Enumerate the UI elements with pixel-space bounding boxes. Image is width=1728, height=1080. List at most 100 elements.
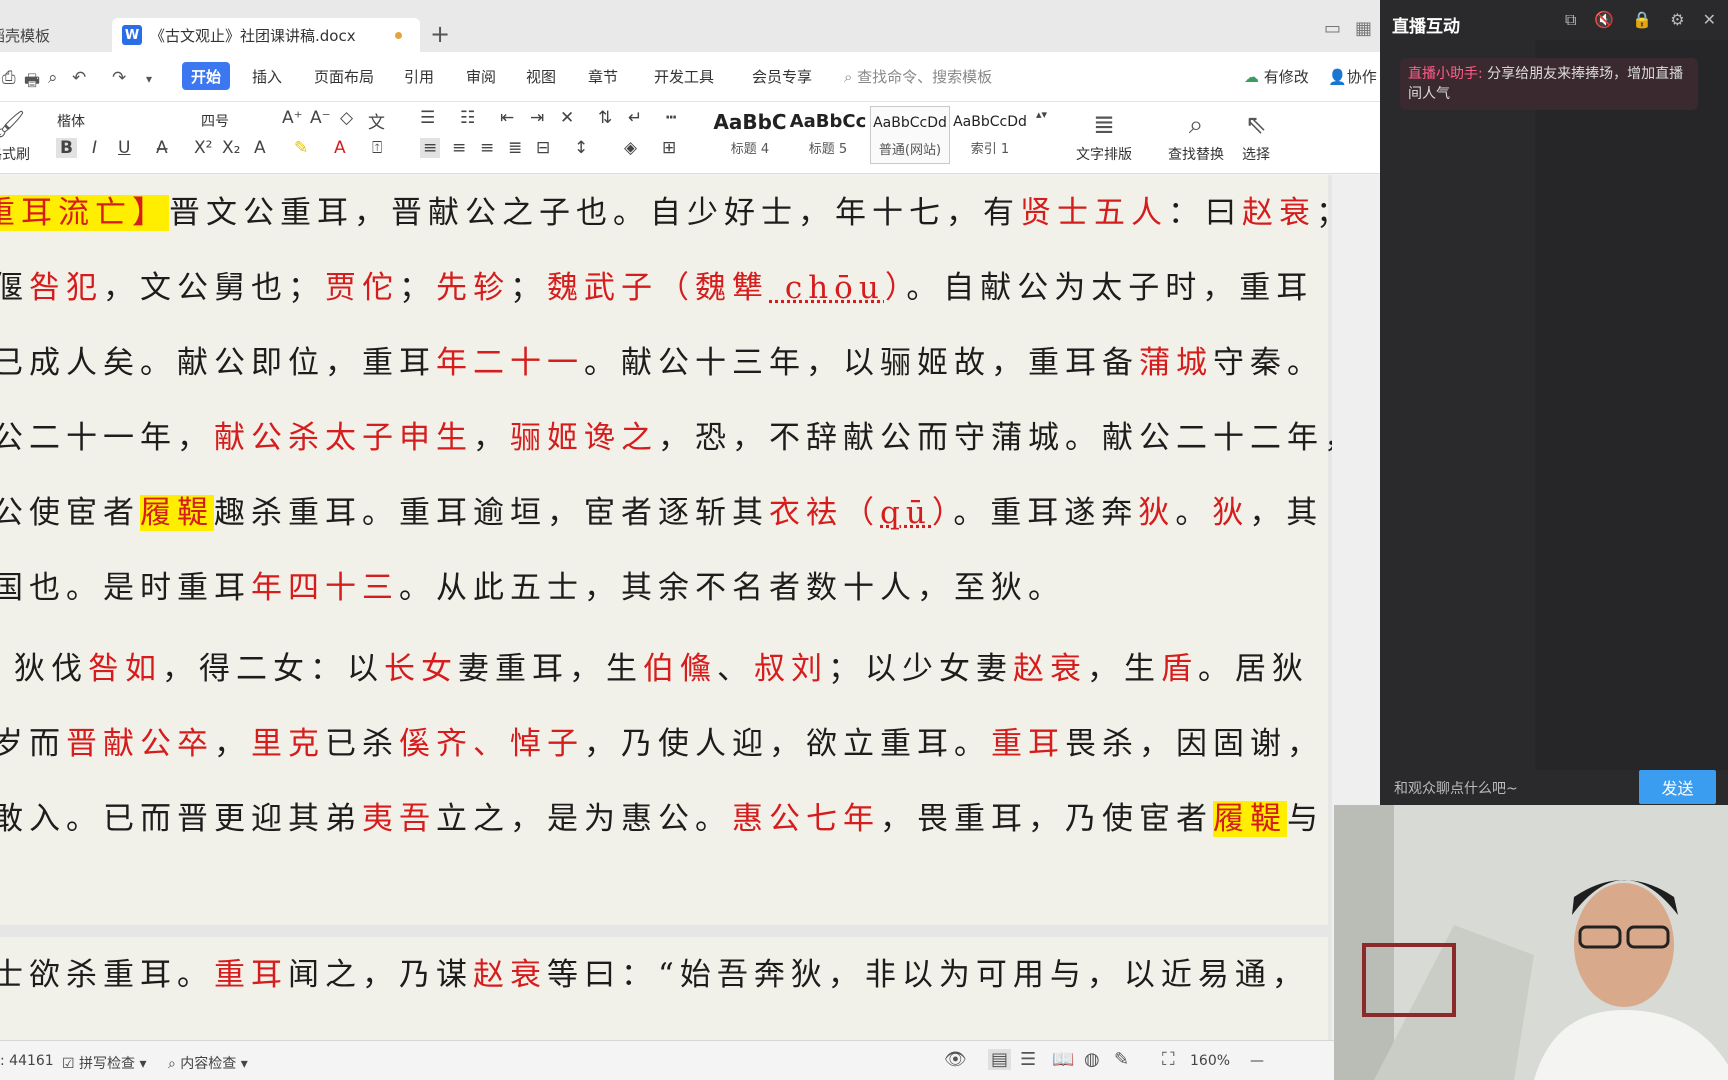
close-icon[interactable]: ✕ [1703, 10, 1716, 30]
menu-member[interactable]: 会员专享 [752, 66, 812, 87]
outdent-icon[interactable]: ⇤ [500, 108, 514, 128]
fit-page-icon[interactable]: ⛶ [1162, 1049, 1175, 1070]
text-run: 骊姬谗之 [510, 420, 658, 456]
document-page-next[interactable]: 士欲杀重耳。重耳闻之，乃谋赵衰等曰：“始吾奔狄，非以为可用与，以近易通， [0, 937, 1328, 1040]
numbering-icon[interactable]: ☷ [460, 108, 475, 128]
select-button[interactable]: ⇖ 选择 [1226, 106, 1286, 164]
lock-icon[interactable]: 🔒 [1632, 10, 1652, 30]
italic-icon[interactable]: I [92, 138, 97, 158]
font-name-select[interactable]: 楷体 [52, 108, 192, 132]
text-layout-label: 文字排版 [1076, 147, 1132, 163]
show-hide-icon[interactable]: ↵ [628, 108, 642, 128]
new-tab-button[interactable]: + [430, 20, 450, 48]
has-changes-button[interactable]: ☁ 有修改 [1244, 66, 1309, 87]
text-effect-icon[interactable]: A [254, 138, 266, 158]
tab-current-document[interactable]: W 《古文观止》社团课讲稿.docx [112, 18, 420, 52]
font-color-icon[interactable]: A [334, 138, 346, 158]
print-icon[interactable]: ⎙ [2, 68, 16, 88]
bold-icon[interactable]: B [56, 138, 77, 158]
text-run: 。居狄 [1198, 651, 1309, 687]
menu-reference[interactable]: 引用 [404, 66, 434, 87]
subscript-icon[interactable]: X₂ [222, 138, 240, 158]
print-preview-icon[interactable]: 🖶 [24, 68, 40, 97]
sort-icon[interactable]: ⇅ [598, 108, 612, 128]
menu-bar: ⎙ 🖶 ⌕ ↶ ↷ ▾ 开始 插入 页面布局 引用 审阅 视图 章节 开发工具 … [0, 52, 1380, 102]
gear-icon[interactable]: ⚙ [1670, 10, 1684, 30]
menu-review[interactable]: 审阅 [466, 66, 496, 87]
redo-icon[interactable]: ↷ [112, 68, 126, 88]
page-view-icon[interactable]: ▤ [988, 1049, 1012, 1070]
spell-check-label: 拼写检查 [79, 1056, 136, 1072]
highlight-icon[interactable]: ✎ [294, 138, 308, 158]
indent-icon[interactable]: ⇥ [530, 108, 544, 128]
align-left-icon[interactable]: ≡ [420, 138, 441, 158]
menu-start[interactable]: 开始 [182, 62, 231, 90]
outline-view-icon[interactable]: ☰ [1020, 1049, 1036, 1070]
cursor-icon: ⇖ [1245, 110, 1267, 140]
content-check-button[interactable]: ⌕ 内容检查 ▾ [168, 1053, 248, 1073]
chinese-layout-icon[interactable]: ✕ [560, 108, 574, 128]
strikethrough-icon[interactable]: A̶ [156, 138, 168, 158]
command-search[interactable]: ⌕ 查找命令、搜索模板 [844, 66, 992, 87]
document-page[interactable]: 重耳流亡】晋文公重耳，晋献公之子也。自少好士，年十七，有贤士五人：曰赵衰；偃咎犯… [0, 175, 1355, 925]
reading-view-icon[interactable]: 📖 [1052, 1049, 1074, 1070]
mute-icon[interactable]: 🔇 [1594, 10, 1614, 30]
border-icon[interactable]: ⊞ [662, 138, 676, 158]
line-spacing-icon[interactable]: ↕ [574, 138, 588, 158]
font-size-select[interactable]: 四号 [196, 108, 274, 132]
chat-input[interactable]: 和观众聊点什么吧~ [1394, 778, 1518, 798]
clear-format-icon[interactable]: ◇ [340, 108, 353, 128]
text-run: 赵衰 [1013, 651, 1087, 687]
zoom-level[interactable]: 160% [1190, 1053, 1230, 1069]
format-painter-button[interactable]: 🖌 格式刷 [0, 106, 40, 164]
spell-check-button[interactable]: ☑ 拼写检查 ▾ [62, 1053, 147, 1073]
tab-template[interactable]: 稻壳模板 [0, 18, 110, 52]
popout-icon[interactable]: ⧉ [1565, 10, 1576, 30]
text-run: 惠公七年 [732, 801, 880, 837]
menu-chapter[interactable]: 章节 [588, 66, 618, 87]
menu-page-layout[interactable]: 页面布局 [314, 66, 374, 87]
text-run: 贾佗 [325, 270, 399, 306]
write-view-icon[interactable]: ✎ [1114, 1049, 1129, 1070]
phonetic-icon[interactable]: 文 [368, 108, 385, 133]
style-heading-4[interactable]: AaBbC 标题 4 [710, 106, 790, 164]
distributed-icon[interactable]: ⊟ [536, 138, 550, 158]
collaborate-button[interactable]: 👤协作 [1328, 66, 1377, 87]
text-run: 畏杀，因固谢， [1065, 726, 1324, 762]
grow-font-icon[interactable]: A⁺ [282, 108, 303, 128]
char-border-icon[interactable]: ⍐ [372, 138, 382, 158]
table-grid-icon[interactable]: ┅ [666, 108, 676, 128]
grid-icon[interactable]: ▦ [1355, 18, 1372, 39]
shading-icon[interactable]: ◈ [624, 138, 637, 158]
zoom-out-icon[interactable]: — [1250, 1053, 1264, 1069]
text-layout-button[interactable]: ≣ 文字排版 [1064, 106, 1144, 164]
menu-dev-tools[interactable]: 开发工具 [654, 66, 714, 87]
menu-view[interactable]: 视图 [526, 66, 556, 87]
web-view-icon[interactable]: ◍ [1084, 1049, 1100, 1070]
styles-scroll-icon[interactable]: ▴▾ [1036, 108, 1047, 121]
document-line: 重耳流亡】晋文公重耳，晋献公之子也。自少好士，年十七，有贤士五人：曰赵衰； [0, 187, 1353, 232]
quick-access-more-icon[interactable]: ▾ [146, 72, 152, 86]
style-normal-web[interactable]: AaBbCcDd 普通(网站) [870, 106, 950, 164]
justify-icon[interactable]: ≣ [508, 138, 522, 158]
shrink-font-icon[interactable]: A⁻ [310, 108, 331, 128]
align-center-icon[interactable]: ≡ [452, 138, 466, 158]
undo-icon[interactable]: ↶ [72, 68, 86, 88]
layout-icon[interactable]: ▭ [1324, 18, 1341, 39]
search-icon: ⌕ [844, 68, 858, 86]
style-index-1[interactable]: AaBbCcDd 索引 1 [950, 106, 1030, 164]
eye-protect-icon[interactable]: 👁 [944, 1049, 967, 1070]
superscript-icon[interactable]: X² [194, 138, 212, 158]
word-count[interactable]: : 44161 [0, 1053, 54, 1069]
text-run: ） [931, 495, 954, 531]
align-right-icon[interactable]: ≡ [480, 138, 494, 158]
document-line: 国也。是时重耳年四十三。从此五士，其余不名者数十人，至狄。 [0, 562, 1065, 607]
menu-insert[interactable]: 插入 [252, 66, 282, 87]
style-heading-5[interactable]: AaBbCc 标题 5 [788, 106, 868, 164]
find-replace-button[interactable]: ⌕ 查找替换 [1156, 106, 1236, 164]
underline-icon[interactable]: U [118, 138, 130, 158]
bullets-icon[interactable]: ☰ [420, 108, 435, 128]
send-button[interactable]: 发送 [1639, 770, 1716, 804]
preview-icon[interactable]: ⌕ [48, 68, 58, 88]
text-run: 蒲城 [1139, 345, 1213, 381]
